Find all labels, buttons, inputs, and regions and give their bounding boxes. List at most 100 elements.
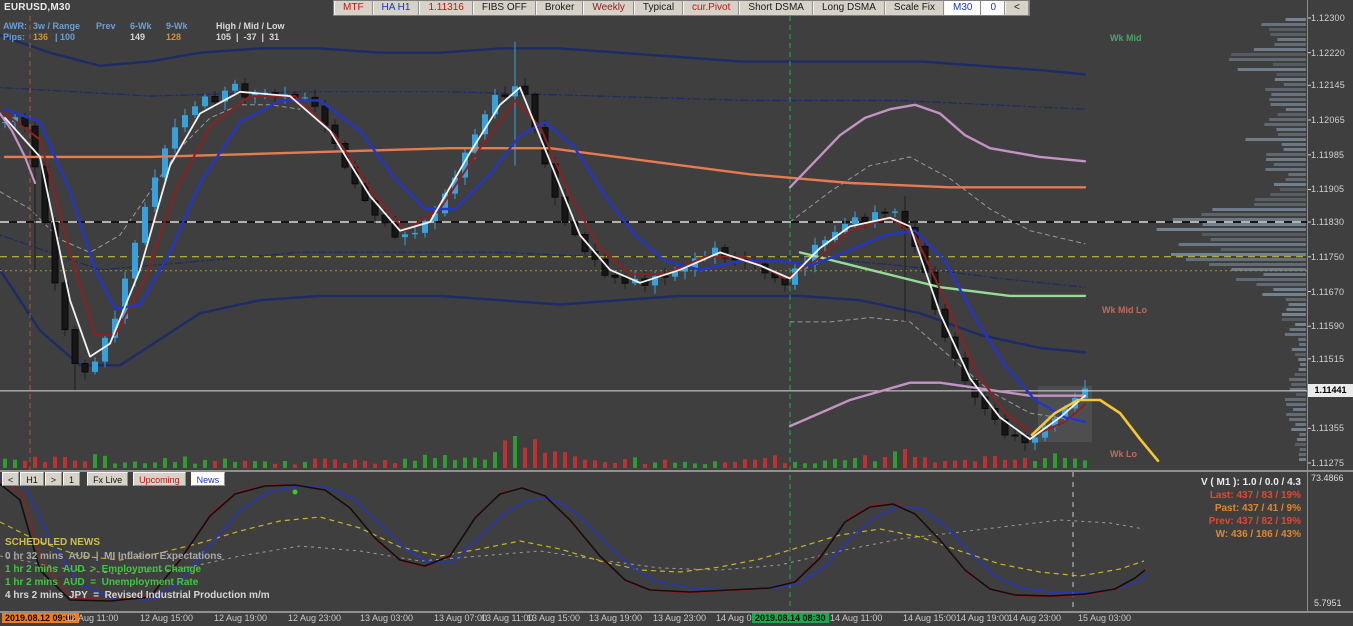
volume-bar — [233, 461, 237, 468]
volume-bar — [643, 463, 647, 468]
volume-profile-bar — [1253, 48, 1306, 51]
volume-profile-bar — [1254, 203, 1306, 206]
indicator-toolbar-button--[interactable]: < — [2, 472, 20, 486]
volume-bar — [243, 460, 247, 468]
volume-bar — [653, 462, 657, 468]
candle-body — [302, 97, 308, 99]
toolbar-button-m30[interactable]: M30 — [944, 1, 982, 15]
volume-profile-bar — [1264, 123, 1306, 126]
indicator-toolbar-button-news[interactable]: News — [190, 472, 226, 486]
volume-profile-bar — [1298, 453, 1306, 456]
volume-bar — [53, 456, 57, 468]
volume-profile-bar — [1279, 188, 1306, 191]
toolbar-button--[interactable]: < — [1005, 1, 1029, 15]
candle-body — [172, 127, 178, 149]
volume-bar — [753, 459, 757, 468]
awr-text: 9-Wk — [166, 21, 188, 31]
volume-bar — [73, 460, 77, 468]
indicator-toolbar-button-fx-live[interactable]: Fx Live — [87, 472, 129, 486]
volume-profile-bar — [1285, 178, 1306, 181]
volume-bar — [733, 461, 737, 468]
candle-body — [402, 234, 408, 238]
volume-bar — [153, 462, 157, 468]
candle-body — [881, 211, 889, 214]
toolbar-button-weekly[interactable]: Weekly — [583, 1, 634, 15]
volume-bar — [703, 464, 707, 468]
volume-profile-bar — [1276, 128, 1306, 131]
volume-bar — [33, 456, 37, 468]
volume-bar — [433, 458, 437, 468]
volume-profile-bar — [1295, 443, 1306, 446]
toolbar-button-cur-pivot[interactable]: cur.Pivot — [683, 1, 740, 15]
indicator-toolbar-button-1[interactable]: 1 — [63, 472, 81, 486]
volume-bar — [583, 459, 587, 468]
volume-profile-bar — [1270, 193, 1306, 196]
toolbar-button-mtf[interactable]: MTF — [334, 1, 373, 15]
volume-bar — [393, 463, 397, 468]
toolbar-button-0[interactable]: 0 — [981, 1, 1006, 15]
weekly-level-label: Wk Mid Lo — [1102, 305, 1147, 315]
volume-profile-bar — [1212, 208, 1306, 211]
volume-bar — [203, 459, 207, 468]
volume-bar — [903, 448, 907, 468]
volume-bar — [543, 452, 547, 468]
volume-bar — [163, 458, 167, 468]
price-axis-tick: 1.11905 — [1311, 184, 1345, 194]
candle-body — [202, 96, 208, 107]
volume-profile-bar — [1262, 293, 1306, 296]
volume-profile-bar — [1274, 78, 1306, 81]
volume-bar — [763, 458, 767, 468]
price-chart-canvas[interactable] — [0, 0, 1353, 626]
volume-bar — [623, 459, 627, 468]
volume-bar — [673, 462, 677, 468]
volume-profile-bar — [1285, 398, 1306, 401]
weekly-level-label: Wk Lo — [1110, 449, 1137, 459]
toolbar-button-scale-fix[interactable]: Scale Fix — [884, 1, 945, 15]
toolbar-button-long-dsma[interactable]: Long DSMA — [812, 1, 885, 15]
volume-profile-bar — [1236, 278, 1306, 281]
indicator-toolbar-button-h1[interactable]: H1 — [20, 472, 44, 486]
volume-profile-bar — [1295, 323, 1306, 326]
volume-bar — [743, 459, 747, 468]
volume-bar — [843, 460, 847, 468]
volume-profile-bar — [1295, 353, 1306, 356]
candle-body — [311, 96, 319, 107]
volume-profile-bar — [1272, 63, 1306, 66]
volume-profile-bar — [1277, 113, 1306, 116]
volume-bar — [113, 463, 117, 468]
volume-bar — [593, 460, 597, 468]
volume-bar — [513, 436, 517, 468]
toolbar-button-ha-h1[interactable]: HA H1 — [372, 1, 420, 15]
volume-bar — [453, 460, 457, 468]
volume-bar — [943, 461, 947, 468]
volume-bar — [193, 463, 197, 468]
toolbar-button-broker[interactable]: Broker — [535, 1, 584, 15]
volume-profile-bar — [1265, 88, 1306, 91]
volume-profile-bar — [1202, 223, 1306, 226]
toolbar-button-typical[interactable]: Typical — [633, 1, 684, 15]
indicator-toolbar-button-upcoming[interactable]: Upcoming — [133, 472, 186, 486]
volume-bar — [83, 461, 87, 468]
news-line: 0 hr 32 mins AUD | MI Inflation Expectat… — [5, 551, 222, 562]
volume-profile-bar — [1299, 448, 1306, 451]
volume-profile-bar — [1202, 233, 1306, 236]
candle-body — [92, 361, 98, 372]
awr-text: Pips: — [3, 32, 26, 42]
volume-profile-bar — [1284, 333, 1306, 336]
volume-bar — [13, 459, 17, 468]
indicator-toolbar-button--[interactable]: > — [44, 472, 63, 486]
awr-text: 136 — [33, 32, 49, 42]
time-label: 12 Aug 23:00 — [288, 613, 342, 623]
toolbar-button-short-dsma[interactable]: Short DSMA — [739, 1, 813, 15]
volume-stat-line: Past: 437 / 41 / 9% — [1214, 503, 1301, 514]
toolbar-button-1-11316[interactable]: 1.11316 — [419, 1, 473, 15]
volume-profile-bar — [1291, 348, 1306, 351]
weekly-level-label: Wk Mid — [1110, 33, 1142, 43]
volume-bar — [713, 461, 717, 468]
volume-bar — [563, 452, 567, 468]
volume-bar — [523, 447, 527, 468]
awr-info-panel: AWR: 3w / Range Prev 6-Wk 9-Wk High / Mid / L… — [3, 21, 363, 45]
volume-bar — [403, 458, 407, 468]
volume-bar — [313, 458, 317, 468]
toolbar-button-fibs-off[interactable]: FIBS OFF — [472, 1, 536, 15]
